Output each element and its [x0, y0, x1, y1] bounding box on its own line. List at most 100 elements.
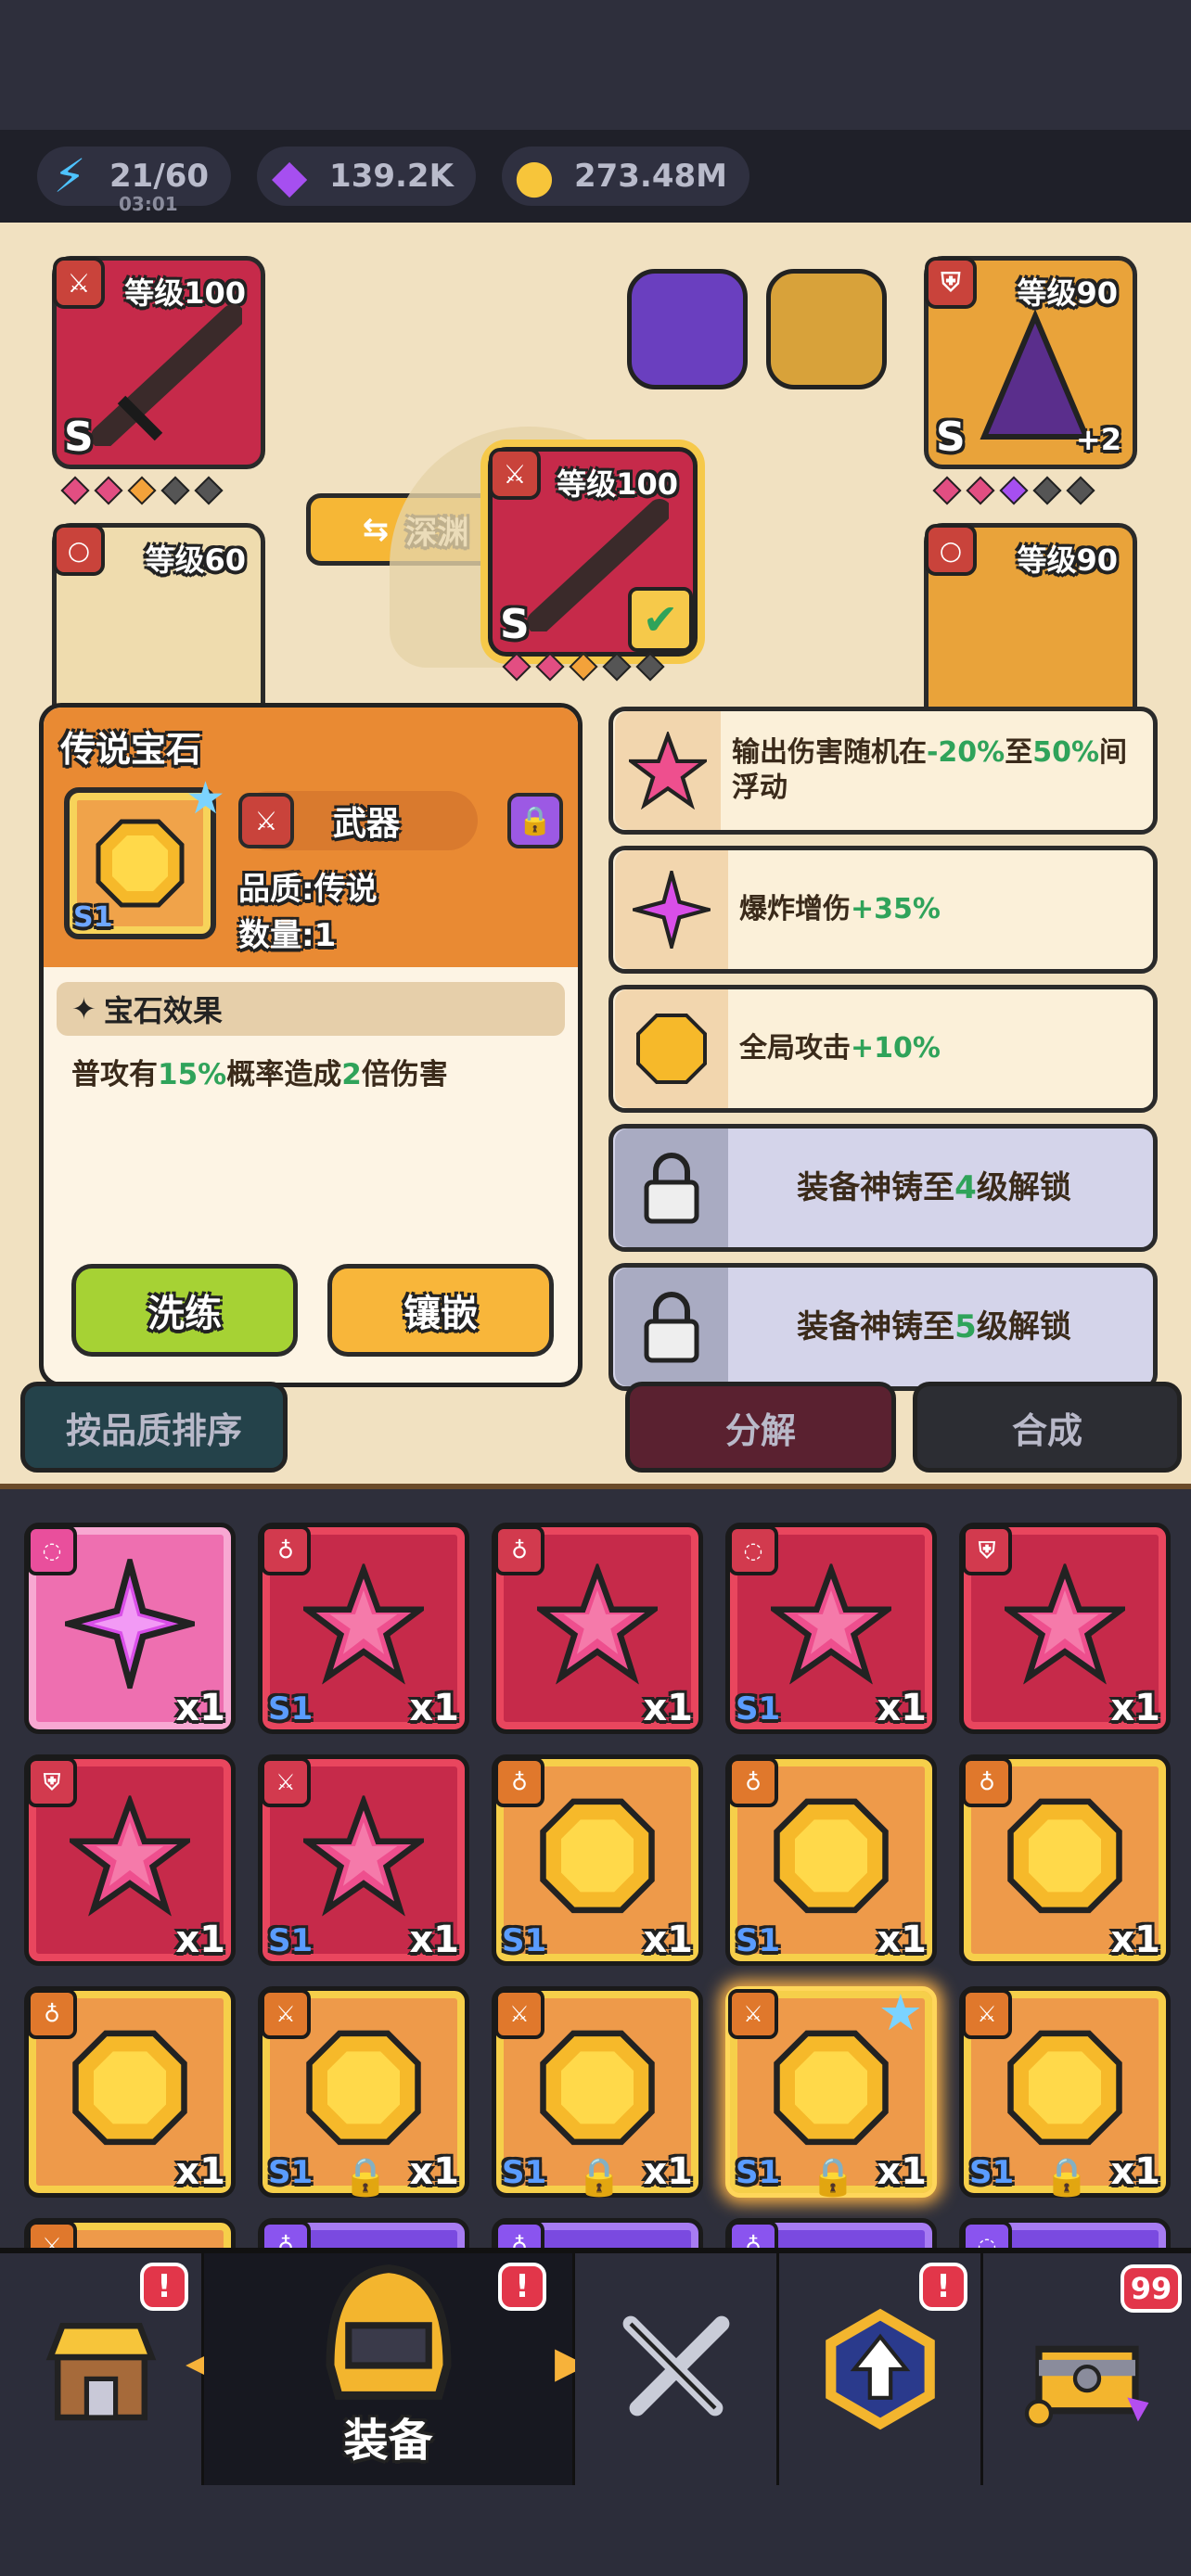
effect-description: 普攻有15%概率造成2倍伤害: [71, 1058, 448, 1091]
pink-star-gem-icon: [298, 1792, 429, 1919]
effect-row-damage: 输出伤害随机在-20%至50%间浮动: [608, 707, 1158, 835]
inventory-gem-card[interactable]: ⛨ x1: [24, 1754, 236, 1966]
item-count: x1: [175, 1919, 225, 1961]
energy-counter[interactable]: ⚡ 21/60 03:01: [37, 147, 232, 215]
effect-row-locked-4: 装备神铸至4级解锁: [608, 1124, 1158, 1252]
tier-label: S1: [736, 2154, 781, 2191]
inventory-gem-card[interactable]: ♁ S1 x1: [258, 1523, 469, 1734]
gold-octagon-gem-icon: [1005, 2027, 1125, 2151]
tier-label: S1: [502, 1922, 547, 1959]
magenta-star-gem-icon: [56, 1549, 204, 1698]
nav-equipment[interactable]: 装备 !: [204, 2253, 575, 2485]
inventory-gem-card[interactable]: ♁x1: [959, 1754, 1171, 1966]
pink-star-gem-icon: [765, 1561, 897, 1688]
equipped-check-icon: ✔: [628, 587, 693, 652]
selected-weapon-slot[interactable]: ⚔ 等级100 S ✔: [488, 447, 698, 657]
gold-octagon-gem-icon: [303, 2027, 424, 2151]
sort-by-quality-button[interactable]: 按品质排序: [20, 1382, 288, 1473]
dismantle-button[interactable]: 分解: [625, 1382, 896, 1473]
inventory-gem-card[interactable]: ⚔ S1 x1: [258, 1754, 469, 1966]
padlock-icon: 🔒: [1044, 2156, 1090, 2199]
gold-octagon-gem-icon: [1005, 1795, 1125, 1919]
necklace-slot[interactable]: ○ 等级90: [924, 523, 1137, 736]
quality-text: 品质:传说: [238, 871, 378, 908]
inventory-gem-card[interactable]: ♁x1: [24, 1986, 236, 2198]
item-count: x1: [175, 1687, 225, 1729]
inventory-gem-card[interactable]: ◌x1: [24, 1523, 236, 1734]
pink-star-gem-icon: [999, 1561, 1131, 1688]
energy-timer: 03:01: [119, 193, 178, 215]
armor-icon: ⛨: [925, 257, 977, 309]
padlock-icon: 🔒: [342, 2156, 389, 2199]
gold-coin-icon: ●: [514, 149, 555, 203]
weapon-slot[interactable]: ⚔ 等级100 S: [52, 256, 265, 469]
knight-pet-icon[interactable]: [766, 269, 887, 389]
gem-inventory-grid: ◌ x1 ♁ S1 x1 ♁ x1 ◌ S1 x1 ⛨ x1 ⛨ x1 ⚔ S1 x1 ♁ S1 x1 ♁ S1 x1 ♁ x1…: [0, 1484, 1191, 2253]
nav-chest[interactable]: 99: [983, 2253, 1191, 2485]
item-count: x1: [409, 1687, 459, 1729]
bottom-nav: ! ◀ 装备 ! ▶ ! 99: [0, 2248, 1191, 2485]
gem-detail-panel: 传说宝石 S1 ★ ⚔ 武器 🔒 品质:传说 数量:1 ✦ 宝石效果 普攻有15%…: [39, 703, 583, 1387]
item-count: x1: [409, 2150, 459, 2193]
tier-label: S1: [268, 1690, 314, 1728]
dark-sword-icon: [91, 304, 242, 446]
item-count: x1: [1110, 1687, 1160, 1729]
inventory-gem-card[interactable]: ⚔ S1 🔒 ★ x1: [725, 1983, 937, 2199]
inventory-gem-card[interactable]: ◌ S1 x1: [725, 1523, 937, 1734]
purple-gem-icon: ◆: [271, 149, 308, 203]
gold-counter[interactable]: ● 273.48M: [501, 147, 749, 206]
inlay-button[interactable]: 镶嵌: [327, 1264, 554, 1357]
tier-label: S1: [969, 2154, 1015, 2191]
inventory-gem-card[interactable]: ⚔ S1 🔒 x1: [959, 1986, 1171, 2199]
rainbow-star-icon: ★: [877, 1983, 923, 2042]
inventory-gem-card[interactable]: ♁ S1 x1: [725, 1754, 937, 1966]
refine-button[interactable]: 洗练: [71, 1264, 298, 1357]
item-count: x1: [175, 2150, 225, 2193]
tier-label: S1: [502, 2154, 547, 2191]
upgrade-arrow-icon: [825, 2308, 935, 2430]
armor-slot[interactable]: ⛨ 等级90 S +2: [924, 256, 1137, 469]
type-pill: ⚔ 武器: [238, 791, 478, 850]
nav-battle[interactable]: [575, 2253, 779, 2485]
item-count: x1: [643, 2150, 693, 2193]
magenta-star-gem-icon: [615, 850, 728, 969]
gem-preview: S1 ★: [64, 772, 225, 939]
inventory-gem-card[interactable]: ⚔ S1 🔒 x1: [258, 1986, 469, 2199]
gold-octagon-gem-icon: [615, 989, 728, 1108]
ring-icon: ○: [53, 524, 105, 576]
item-count: x1: [1110, 1919, 1160, 1961]
gold-octagon-gem-icon: [537, 1795, 658, 1919]
gold-octagon-gem-icon: [96, 819, 185, 908]
panel-header: 传说宝石 S1 ★ ⚔ 武器 🔒 品质:传说 数量:1: [44, 708, 578, 967]
inventory-gem-card[interactable]: ⚔ S1 🔒 x1: [492, 1986, 703, 2199]
gem-counter[interactable]: ◆ 139.2K: [257, 147, 476, 206]
padlock-icon: 🔒: [576, 2156, 622, 2199]
gold-octagon-gem-icon: [771, 2027, 891, 2151]
pink-star-gem-icon: [298, 1561, 429, 1688]
nav-upgrade[interactable]: !: [779, 2253, 983, 2485]
effect-row-locked-5: 装备神铸至5级解锁: [608, 1263, 1158, 1391]
sparkle-icon: ✦: [71, 991, 96, 1027]
effect-row-explosion: 爆炸增伤+35%: [608, 846, 1158, 974]
inventory-gem-card[interactable]: ♁x1: [492, 1523, 703, 1734]
necklace-icon: ○: [925, 524, 977, 576]
combine-button[interactable]: 合成: [913, 1382, 1182, 1473]
padlock-icon: [615, 1268, 728, 1386]
lightning-icon: ⚡: [53, 149, 86, 203]
inventory-gem-card[interactable]: ♁ S1 x1: [492, 1754, 703, 1966]
home-indicator-area: [0, 2485, 1191, 2576]
gem-socket-row: [502, 652, 665, 682]
mushroom-pet-icon[interactable]: [627, 269, 748, 389]
inventory-gem-card[interactable]: ⛨ x1: [959, 1523, 1171, 1734]
effect-header: ✦ 宝石效果: [57, 982, 565, 1036]
tier-label: S1: [736, 1690, 781, 1728]
pink-star-gem-icon: [531, 1561, 663, 1688]
item-count: x1: [1110, 2150, 1160, 2193]
gold-octagon-gem-icon: [537, 2027, 658, 2151]
tier-label: S1: [268, 2154, 314, 2191]
item-count: x1: [877, 2150, 927, 2193]
pink-star-gem-icon: [64, 1792, 196, 1919]
lock-toggle-icon[interactable]: 🔒: [507, 793, 563, 848]
shop-icon: [45, 2322, 156, 2421]
nav-shop[interactable]: !: [0, 2253, 204, 2485]
